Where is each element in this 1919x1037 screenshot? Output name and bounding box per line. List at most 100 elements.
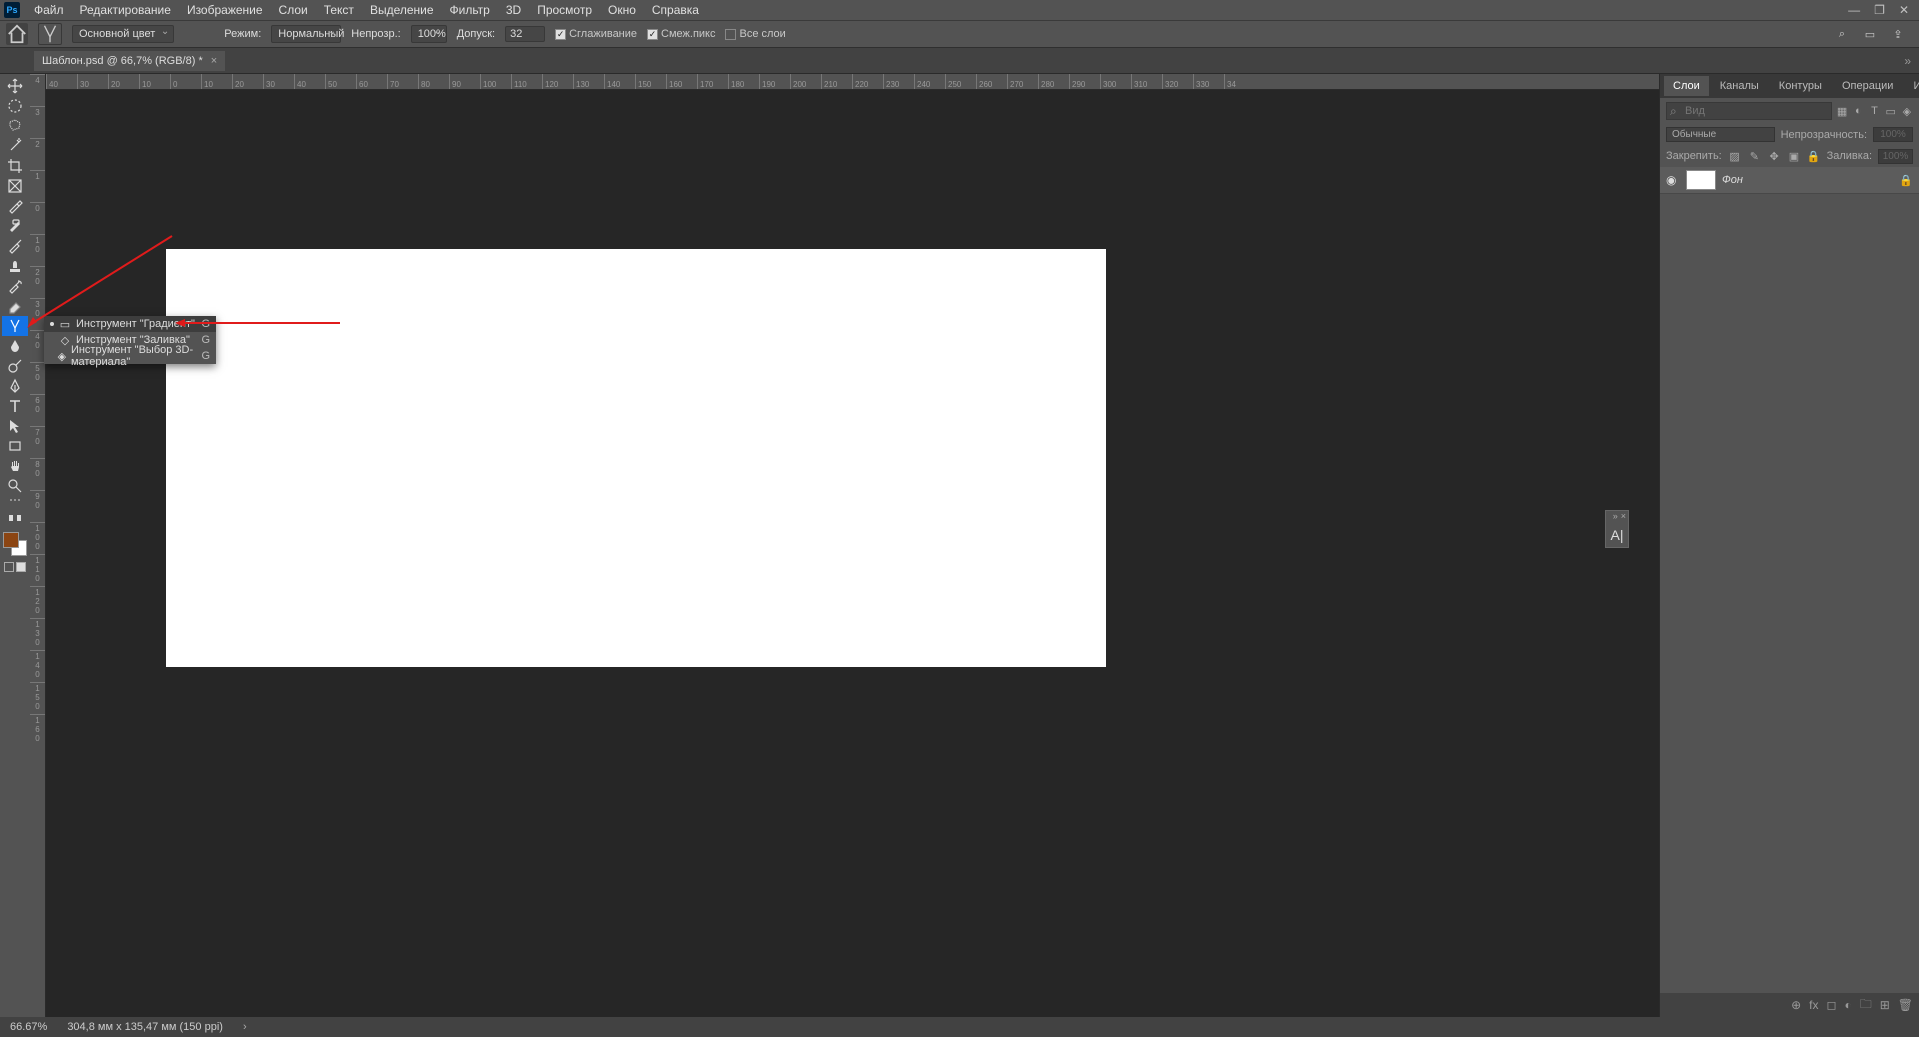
- quickmask-toggle[interactable]: [4, 562, 26, 572]
- menu-filter[interactable]: Фильтр: [442, 3, 498, 17]
- adjustment-layer-icon[interactable]: ◐: [1844, 998, 1851, 1012]
- close-icon[interactable]: ×: [1621, 511, 1626, 523]
- ps-logo: Ps: [4, 2, 20, 18]
- blend-mode-select[interactable]: Обычные: [1666, 127, 1775, 142]
- path-select-tool[interactable]: [2, 416, 28, 436]
- layers-panel: Слои Каналы Контуры Операции История ≡ ▦…: [1659, 74, 1919, 1017]
- flyout-label: Инструмент "Градиент": [76, 318, 195, 330]
- tab-channels[interactable]: Каналы: [1711, 76, 1768, 96]
- layer-filter-input[interactable]: [1666, 102, 1832, 120]
- layer-mask-icon[interactable]: ◻: [1826, 998, 1836, 1012]
- anti-alias-checkbox[interactable]: ✓Сглаживание: [555, 28, 637, 40]
- fill-source-dropdown[interactable]: Основной цвет: [72, 25, 174, 43]
- layer-fx-icon[interactable]: fx: [1809, 998, 1818, 1012]
- layer-group-icon[interactable]: 🗀: [1860, 995, 1872, 1016]
- lock-trans-icon[interactable]: ▨: [1728, 148, 1742, 164]
- visibility-icon[interactable]: ◉: [1666, 173, 1680, 187]
- filter-shape-icon[interactable]: ▭: [1885, 103, 1897, 119]
- tab-history[interactable]: История: [1904, 76, 1919, 96]
- eyedropper-tool[interactable]: [2, 196, 28, 216]
- lock-icon: 🔒: [1899, 174, 1913, 187]
- minimize-icon[interactable]: —: [1848, 3, 1860, 17]
- blur-tool[interactable]: [2, 336, 28, 356]
- zoom-tool[interactable]: [2, 476, 28, 496]
- menu-3d[interactable]: 3D: [498, 3, 529, 17]
- lock-artboard-icon[interactable]: ▣: [1787, 148, 1801, 164]
- collapse-icon[interactable]: »: [1613, 511, 1618, 523]
- menu-image[interactable]: Изображение: [179, 3, 271, 17]
- filter-pixel-icon[interactable]: ▦: [1836, 103, 1848, 119]
- maximize-icon[interactable]: ❐: [1874, 3, 1885, 17]
- filter-adjust-icon[interactable]: ◐: [1852, 103, 1864, 119]
- link-layers-icon[interactable]: ⊕: [1791, 998, 1801, 1012]
- search-icon[interactable]: ⌕: [1833, 25, 1851, 43]
- lasso-tool[interactable]: [2, 116, 28, 136]
- document-tab[interactable]: Шаблон.psd @ 66,7% (RGB/8) * ×: [34, 51, 225, 71]
- workspace-icon[interactable]: ▭: [1861, 25, 1879, 43]
- status-menu-icon[interactable]: ›: [243, 1021, 247, 1033]
- character-popup[interactable]: »× A|: [1605, 510, 1629, 548]
- all-layers-checkbox[interactable]: Все слои: [725, 28, 785, 40]
- tab-expand-icon[interactable]: »: [1896, 54, 1919, 68]
- tab-layers[interactable]: Слои: [1664, 76, 1709, 96]
- new-layer-icon[interactable]: ⊞: [1880, 998, 1890, 1012]
- tool-preset[interactable]: [38, 23, 62, 45]
- tab-actions[interactable]: Операции: [1833, 76, 1902, 96]
- tab-close-icon[interactable]: ×: [211, 55, 217, 67]
- stamp-tool[interactable]: [2, 256, 28, 276]
- lock-paint-icon[interactable]: ✎: [1748, 148, 1762, 164]
- eraser-tool[interactable]: [2, 296, 28, 316]
- brush-tool[interactable]: [2, 236, 28, 256]
- frame-tool[interactable]: [2, 176, 28, 196]
- hand-tool[interactable]: [2, 456, 28, 476]
- filter-smart-icon[interactable]: ◈: [1901, 103, 1913, 119]
- zoom-level[interactable]: 66.67%: [10, 1021, 47, 1033]
- text-tool[interactable]: [2, 396, 28, 416]
- healing-tool[interactable]: [2, 216, 28, 236]
- layer-thumbnail[interactable]: [1686, 170, 1716, 190]
- color-swatches[interactable]: [3, 532, 27, 556]
- menu-edit[interactable]: Редактирование: [72, 3, 179, 17]
- menu-window[interactable]: Окно: [600, 3, 644, 17]
- document-canvas[interactable]: [166, 249, 1106, 667]
- close-icon[interactable]: ✕: [1899, 3, 1909, 17]
- wand-tool[interactable]: [2, 136, 28, 156]
- menu-select[interactable]: Выделение: [362, 3, 442, 17]
- move-tool[interactable]: [2, 76, 28, 96]
- menu-help[interactable]: Справка: [644, 3, 707, 17]
- share-icon[interactable]: ⇪: [1889, 25, 1907, 43]
- pen-tool[interactable]: [2, 376, 28, 396]
- flyout-3dmaterial[interactable]: ◈ Инструмент "Выбор 3D-материала" G: [44, 348, 216, 364]
- tolerance-field[interactable]: 32: [505, 26, 545, 42]
- layer-name[interactable]: Фон: [1722, 174, 1743, 186]
- opacity-field[interactable]: 100%: [411, 25, 447, 43]
- tab-paths[interactable]: Контуры: [1770, 76, 1831, 96]
- panel-opacity-field[interactable]: 100%: [1873, 127, 1913, 142]
- gradient-bucket-tool[interactable]: [2, 316, 28, 336]
- lock-all-icon[interactable]: 🔒: [1807, 148, 1821, 164]
- marquee-tool[interactable]: [2, 96, 28, 116]
- flyout-gradient[interactable]: ▭ Инструмент "Градиент" G: [44, 316, 216, 332]
- menu-file[interactable]: Файл: [26, 3, 72, 17]
- history-brush-tool[interactable]: [2, 276, 28, 296]
- menu-layers[interactable]: Слои: [271, 3, 316, 17]
- material-icon: ◈: [57, 350, 67, 363]
- panel-opacity-label: Непрозрачность:: [1781, 129, 1867, 141]
- fill-field[interactable]: 100%: [1878, 149, 1913, 164]
- menu-view[interactable]: Просмотр: [529, 3, 600, 17]
- fg-color-swatch[interactable]: [3, 532, 19, 548]
- blend-mode-dropdown[interactable]: Нормальный: [271, 25, 341, 43]
- dodge-tool[interactable]: [2, 356, 28, 376]
- shape-tool[interactable]: [2, 436, 28, 456]
- menu-text[interactable]: Текст: [316, 3, 362, 17]
- crop-tool[interactable]: [2, 156, 28, 176]
- opacity-label: Непрозр.:: [351, 28, 400, 40]
- character-icon[interactable]: A|: [1606, 523, 1628, 547]
- lock-move-icon[interactable]: ✥: [1767, 148, 1781, 164]
- home-button[interactable]: [6, 23, 28, 45]
- edit-toolbar[interactable]: [2, 508, 28, 528]
- delete-layer-icon[interactable]: 🗑: [1898, 998, 1913, 1012]
- filter-text-icon[interactable]: T: [1868, 103, 1880, 119]
- contiguous-checkbox[interactable]: ✓Смеж.пикс: [647, 28, 715, 40]
- layer-row[interactable]: ◉ Фон 🔒: [1660, 167, 1919, 194]
